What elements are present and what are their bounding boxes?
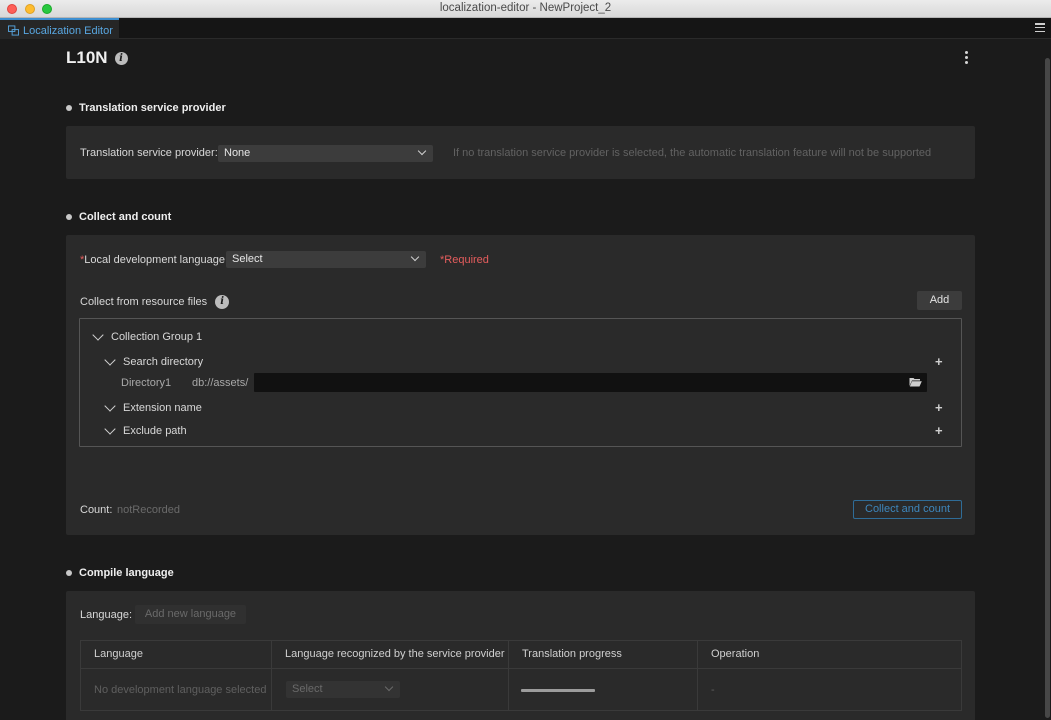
local-language-label-text: Local development language: — [84, 254, 229, 266]
service-language-value: Select — [292, 683, 323, 695]
table-header-progress: Translation progress — [522, 648, 622, 660]
collection-group-label: Collection Group 1 — [111, 331, 203, 343]
table-cell-language: No development language selected — [94, 684, 267, 696]
table-header-language: Language — [94, 648, 143, 660]
local-language-label: *Local development language: — [80, 254, 228, 266]
search-directory-row[interactable]: Search directory — [104, 354, 204, 368]
window-titlebar: localization-editor - NewProject_2 — [0, 0, 1051, 18]
chevron-down-icon[interactable] — [104, 423, 116, 435]
scrollbar-thumb[interactable] — [1045, 58, 1050, 718]
search-directory-label: Search directory — [123, 356, 204, 368]
localization-icon — [8, 25, 19, 36]
service-language-select[interactable]: Select — [286, 681, 400, 698]
bullet-icon — [66, 105, 72, 111]
table-cell-operation: - — [711, 684, 715, 696]
exclude-path-label: Exclude path — [123, 425, 187, 437]
chevron-down-icon[interactable] — [104, 354, 116, 366]
exclude-path-row[interactable]: Exclude path — [104, 423, 187, 437]
resource-files-label: Collect from resource files i — [80, 295, 230, 309]
add-button[interactable]: Add — [917, 291, 962, 310]
chevron-down-icon — [417, 146, 427, 156]
tab-label: Localization Editor — [23, 24, 113, 37]
table-header-recognized: Language recognized by the service provi… — [285, 648, 505, 660]
count-label: Count: — [80, 504, 113, 516]
section-title: Collect and count — [79, 211, 172, 223]
page-title-text: L10N — [66, 48, 108, 67]
collection-group-row[interactable]: Collection Group 1 — [92, 329, 203, 343]
directory-name: Directory1 — [121, 377, 172, 389]
chevron-down-icon[interactable] — [104, 400, 116, 412]
bullet-icon — [66, 570, 72, 576]
info-icon[interactable]: i — [114, 51, 128, 65]
tab-bar: Localization Editor — [0, 18, 1051, 39]
section-heading-collect: Collect and count — [66, 211, 171, 223]
more-options-icon[interactable] — [964, 51, 969, 64]
translation-service-value: None — [224, 147, 251, 159]
bullet-icon — [66, 214, 72, 220]
language-label: Language: — [80, 609, 132, 621]
count-value: notRecorded — [117, 504, 180, 516]
add-exclude-icon[interactable]: + — [935, 423, 943, 438]
translation-service-hint: If no translation service provider is se… — [453, 147, 932, 159]
vertical-scrollbar[interactable] — [1043, 40, 1051, 720]
directory-prefix: db://assets/ — [192, 377, 249, 389]
window-title: localization-editor - NewProject_2 — [439, 2, 612, 14]
collect-and-count-button[interactable]: Collect and count — [853, 500, 962, 519]
chevron-down-icon — [384, 682, 394, 692]
page-title: L10N i — [66, 48, 128, 68]
table-header-operation: Operation — [711, 648, 760, 660]
chevron-down-icon — [410, 252, 420, 262]
section-title: Translation service provider — [79, 102, 226, 114]
extension-name-row[interactable]: Extension name — [104, 400, 202, 414]
local-language-select[interactable]: Select — [226, 251, 426, 268]
tab-localization-editor[interactable]: Localization Editor — [0, 18, 119, 39]
translation-progress-bar — [521, 689, 595, 692]
table-cell-progress — [509, 669, 697, 711]
section-heading-compile: Compile language — [66, 567, 174, 579]
add-extension-icon[interactable]: + — [935, 400, 943, 415]
translation-service-select[interactable]: None — [218, 145, 433, 162]
local-language-value: Select — [232, 253, 263, 265]
required-text: *Required — [440, 254, 489, 266]
translation-service-label: Translation service provider: — [80, 147, 218, 159]
section-title: Compile language — [79, 567, 174, 579]
language-table: Language Language recognized by the serv… — [80, 640, 962, 711]
directory-path-input[interactable] — [254, 373, 927, 392]
info-icon[interactable]: i — [215, 295, 230, 309]
translation-progress-fill — [521, 689, 595, 692]
menu-icon[interactable] — [1035, 23, 1045, 32]
resource-files-label-text: Collect from resource files — [80, 296, 208, 308]
add-new-language-button[interactable]: Add new language — [135, 605, 246, 624]
folder-open-icon[interactable] — [909, 377, 922, 387]
add-directory-icon[interactable]: + — [935, 354, 943, 369]
chevron-down-icon[interactable] — [92, 329, 104, 341]
section-heading-translation-service: Translation service provider — [66, 102, 226, 114]
extension-name-label: Extension name — [123, 402, 202, 414]
